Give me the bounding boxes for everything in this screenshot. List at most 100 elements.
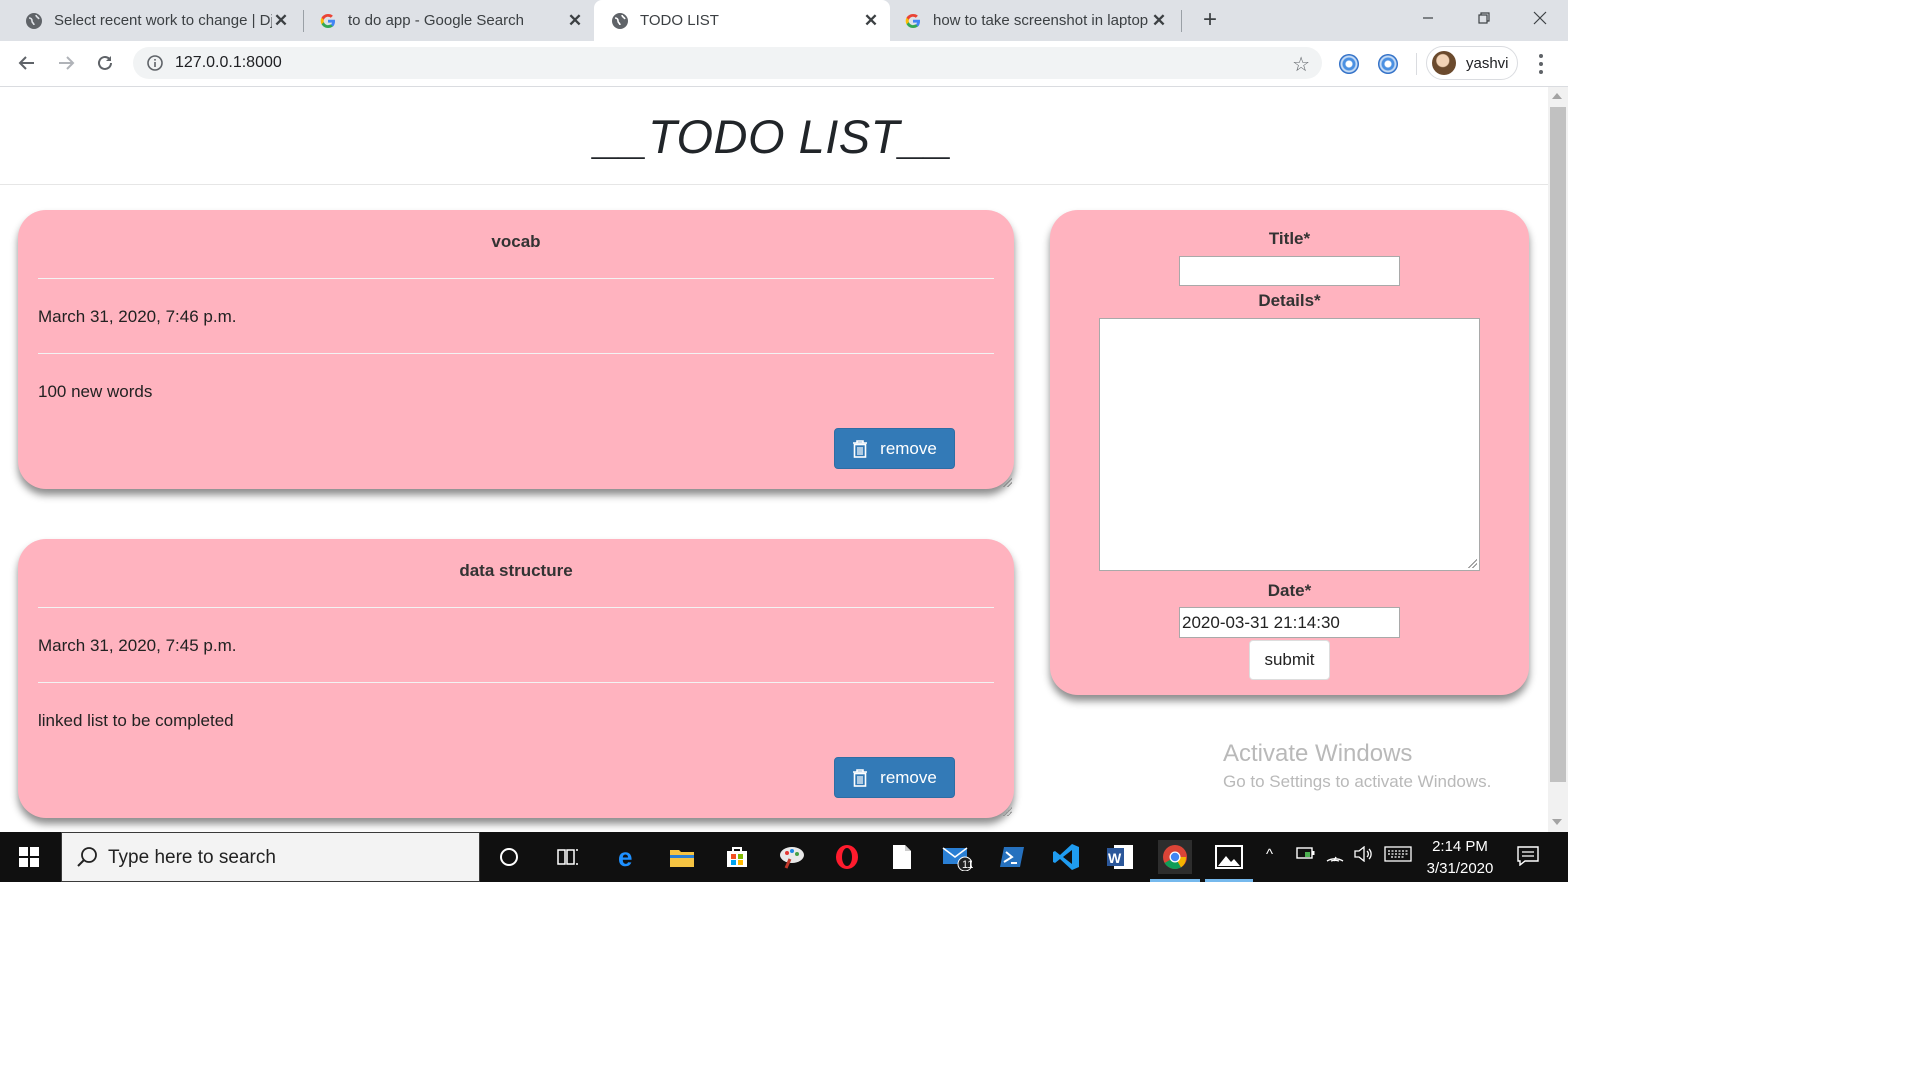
scroll-up-arrow[interactable] bbox=[1552, 93, 1562, 99]
remove-label: remove bbox=[880, 438, 937, 458]
cortana-icon[interactable] bbox=[492, 840, 526, 874]
close-window-button[interactable] bbox=[1512, 0, 1567, 36]
divider bbox=[38, 682, 994, 683]
extension-icon[interactable] bbox=[1339, 54, 1359, 74]
page-scrollbar[interactable] bbox=[1548, 87, 1568, 832]
close-icon[interactable]: ✕ bbox=[566, 11, 584, 31]
submit-button[interactable]: submit bbox=[1249, 640, 1330, 680]
store-icon[interactable] bbox=[720, 840, 754, 874]
windows-start-button[interactable] bbox=[0, 832, 58, 882]
clock-time: 2:14 PM bbox=[1432, 838, 1488, 855]
page-content: __TODO LIST__ vocab March 31, 2020, 7:46… bbox=[0, 87, 1548, 832]
document-icon[interactable] bbox=[885, 840, 919, 874]
profile-name: yashvi bbox=[1466, 54, 1509, 72]
tab-todo-list[interactable]: TODO LIST ✕ bbox=[594, 0, 890, 41]
back-button[interactable] bbox=[13, 49, 41, 77]
restore-button[interactable] bbox=[1456, 0, 1511, 36]
show-hidden-icons-icon[interactable]: ^ bbox=[1266, 846, 1273, 863]
watermark-line1: Activate Windows bbox=[1223, 740, 1413, 767]
new-tab-button[interactable]: + bbox=[1197, 6, 1223, 34]
bookmark-star-icon[interactable]: ☆ bbox=[1292, 52, 1310, 77]
activate-windows-watermark: Activate Windows Go to Settings to activ… bbox=[1223, 740, 1491, 792]
opera-icon[interactable] bbox=[830, 840, 864, 874]
add-todo-form: Title* Details* Date* 2020-03-31 21:14:3… bbox=[1050, 210, 1529, 695]
address-bar[interactable]: 127.0.0.1:8000 ☆ bbox=[133, 47, 1322, 79]
tab-django-admin[interactable]: Select recent work to change | Dj ✕ bbox=[0, 0, 300, 41]
forward-button[interactable] bbox=[52, 49, 80, 77]
tab-title: to do app - Google Search bbox=[348, 12, 524, 29]
date-label: Date* bbox=[1267, 581, 1312, 600]
taskbar-clock[interactable]: 2:14 PM 3/31/2020 bbox=[1420, 836, 1500, 880]
tab-title: TODO LIST bbox=[640, 12, 719, 29]
taskbar-search-box[interactable]: Type here to search bbox=[61, 832, 480, 882]
clock-date: 3/31/2020 bbox=[1426, 860, 1494, 877]
details-textarea[interactable] bbox=[1099, 318, 1480, 571]
globe-icon bbox=[25, 12, 43, 30]
powershell-icon[interactable] bbox=[995, 840, 1029, 874]
keyboard-icon[interactable] bbox=[1384, 846, 1412, 866]
info-icon[interactable] bbox=[146, 54, 164, 72]
resize-handle[interactable] bbox=[1002, 806, 1012, 816]
scroll-down-arrow[interactable] bbox=[1552, 819, 1562, 825]
remove-button[interactable]: remove bbox=[834, 757, 955, 798]
tab-title: Select recent work to change | Dj bbox=[54, 12, 272, 29]
todo-title: vocab bbox=[491, 232, 541, 251]
search-placeholder: Type here to search bbox=[108, 847, 276, 868]
chrome-icon[interactable] bbox=[1158, 840, 1192, 874]
trash-icon bbox=[852, 439, 868, 458]
volume-icon[interactable] bbox=[1354, 845, 1374, 866]
photos-icon[interactable] bbox=[1212, 840, 1246, 874]
close-icon[interactable]: ✕ bbox=[1150, 11, 1168, 31]
tab-google-search[interactable]: to do app - Google Search ✕ bbox=[294, 0, 594, 41]
notifications-icon[interactable] bbox=[1517, 846, 1539, 870]
close-icon[interactable]: ✕ bbox=[862, 11, 880, 31]
close-icon[interactable]: ✕ bbox=[272, 11, 290, 31]
extension-icon[interactable] bbox=[1378, 54, 1398, 74]
minimize-button[interactable] bbox=[1400, 0, 1455, 36]
vscode-icon[interactable] bbox=[1049, 840, 1083, 874]
mail-icon[interactable]: 11 bbox=[940, 840, 974, 874]
divider bbox=[38, 278, 994, 279]
resize-handle[interactable] bbox=[1002, 477, 1012, 487]
search-icon bbox=[76, 846, 98, 873]
windows-taskbar: Type here to search e 11 W ^ 2:14 PM 3/3… bbox=[0, 832, 1568, 882]
remove-button[interactable]: remove bbox=[834, 428, 955, 469]
details-label: Details* bbox=[1258, 291, 1321, 310]
url-text: 127.0.0.1:8000 bbox=[175, 54, 282, 71]
todo-date: March 31, 2020, 7:45 p.m. bbox=[38, 636, 237, 655]
todo-card: data structure March 31, 2020, 7:45 p.m.… bbox=[18, 539, 1014, 818]
date-input[interactable]: 2020-03-31 21:14:30 bbox=[1179, 607, 1400, 638]
browser-toolbar: 127.0.0.1:8000 ☆ yashvi bbox=[0, 41, 1568, 87]
resize-handle[interactable] bbox=[1467, 558, 1477, 568]
tab-title: how to take screenshot in laptop bbox=[933, 12, 1149, 29]
profile-button[interactable]: yashvi bbox=[1426, 46, 1518, 80]
wifi-icon[interactable] bbox=[1326, 846, 1344, 866]
edge-icon[interactable]: e bbox=[611, 840, 645, 874]
tab-screenshot-search[interactable]: how to take screenshot in laptop ✕ bbox=[887, 0, 1178, 41]
word-icon[interactable]: W bbox=[1103, 840, 1137, 874]
todo-details: linked list to be completed bbox=[38, 711, 234, 730]
task-view-icon[interactable] bbox=[551, 840, 585, 874]
paint-icon[interactable] bbox=[775, 840, 809, 874]
title-input[interactable] bbox=[1179, 256, 1400, 286]
divider bbox=[38, 353, 994, 354]
remove-label: remove bbox=[880, 767, 937, 787]
reload-button[interactable] bbox=[91, 49, 119, 77]
todo-title: data structure bbox=[459, 561, 573, 580]
battery-icon[interactable] bbox=[1296, 846, 1316, 864]
watermark-line2: Go to Settings to activate Windows. bbox=[1223, 772, 1492, 791]
running-indicator bbox=[1205, 879, 1253, 882]
mail-badge: 11 bbox=[962, 859, 974, 871]
page-header: __TODO LIST__ bbox=[0, 87, 1548, 185]
google-icon bbox=[904, 12, 922, 30]
globe-icon bbox=[611, 12, 629, 30]
file-explorer-icon[interactable] bbox=[665, 840, 699, 874]
toolbar-separator bbox=[1416, 53, 1417, 75]
svg-text:W: W bbox=[1108, 850, 1122, 866]
menu-icon[interactable] bbox=[1534, 54, 1548, 74]
tab-separator bbox=[1181, 10, 1182, 32]
title-label: Title* bbox=[1268, 229, 1311, 248]
avatar bbox=[1432, 51, 1456, 75]
scrollbar-thumb[interactable] bbox=[1550, 107, 1566, 782]
running-indicator bbox=[1150, 879, 1200, 882]
